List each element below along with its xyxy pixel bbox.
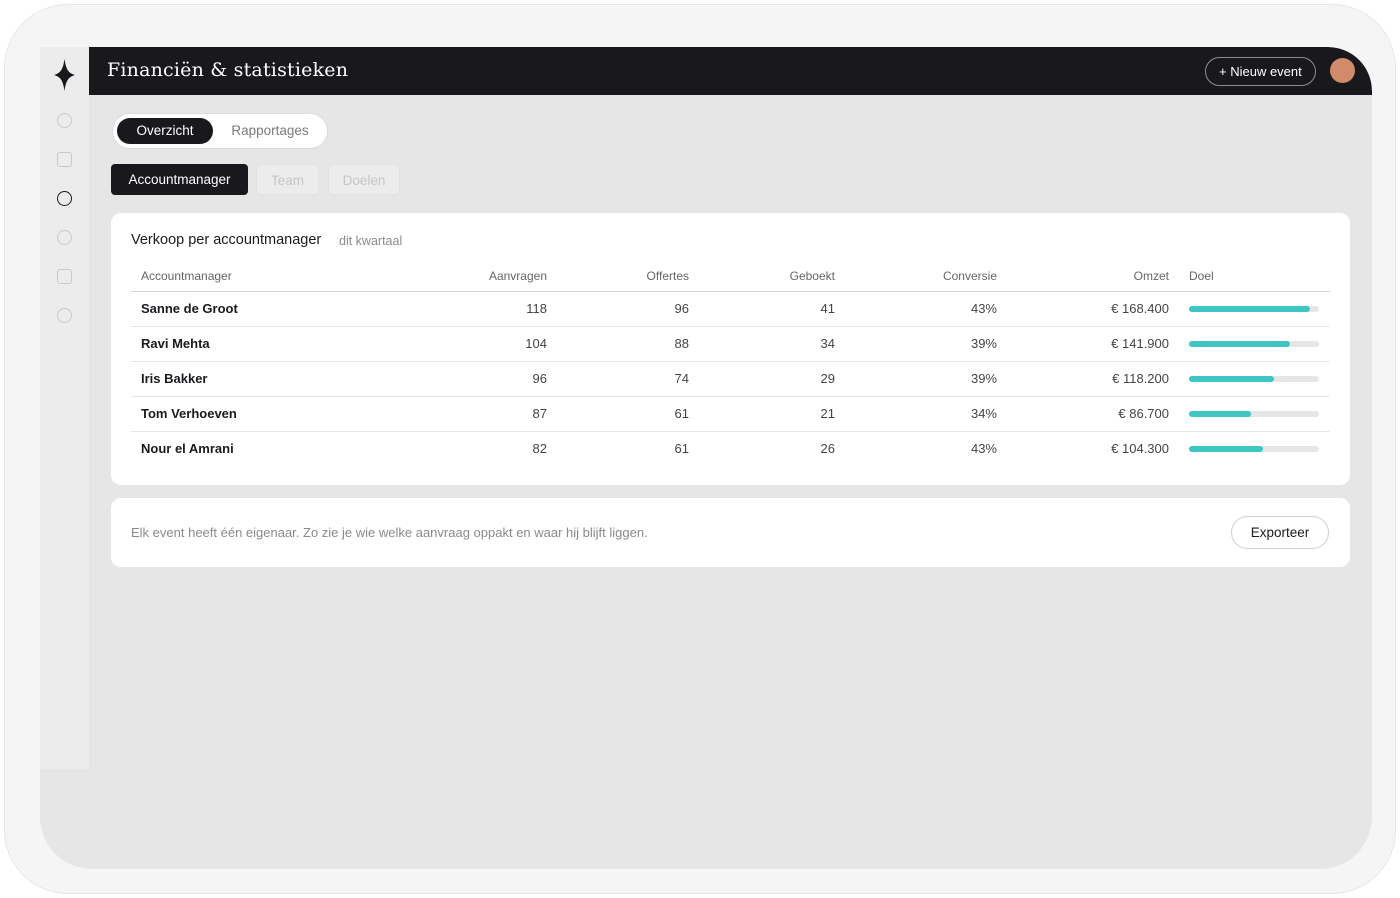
row-name: Sanne de Groot — [141, 301, 238, 316]
row-omzet: € 141.900 — [1111, 336, 1169, 351]
view-toggle: Overzicht Rapportages — [112, 113, 328, 149]
nav-square-icon-2[interactable] — [57, 269, 72, 284]
row-omzet: € 168.400 — [1111, 301, 1169, 316]
row-geboekt: 34 — [820, 336, 835, 351]
row-geboekt: 41 — [820, 301, 835, 316]
tab-accountmanager[interactable]: Accountmanager — [111, 164, 248, 195]
main-content: Overzicht Rapportages Accountmanager Tea… — [89, 95, 1372, 869]
table-row[interactable]: Tom Verhoeven 87 61 21 34% € 86.700 — [131, 397, 1330, 432]
row-name: Iris Bakker — [141, 371, 208, 386]
row-omzet: € 86.700 — [1118, 406, 1169, 421]
row-aanvragen: 118 — [526, 301, 547, 316]
row-aanvragen: 82 — [532, 441, 547, 456]
goal-progress-fill — [1189, 446, 1264, 452]
row-offertes: 74 — [674, 371, 689, 386]
col-omzet[interactable]: Omzet — [1069, 269, 1169, 283]
row-omzet: € 104.300 — [1111, 441, 1169, 456]
nav-circle-icon-2[interactable] — [57, 230, 72, 245]
goal-progress-bar — [1189, 411, 1319, 417]
page-title: Financiën & statistieken — [107, 59, 349, 81]
row-aanvragen: 87 — [532, 406, 547, 421]
row-offertes: 61 — [674, 441, 689, 456]
col-offertes[interactable]: Offertes — [589, 269, 689, 283]
table-row[interactable]: Nour el Amrani 82 61 26 43% € 104.300 — [131, 432, 1330, 467]
new-event-button[interactable]: + Nieuw event — [1205, 57, 1316, 86]
row-name: Ravi Mehta — [141, 336, 210, 351]
card-subtitle: dit kwartaal — [339, 234, 403, 248]
col-doel[interactable]: Doel — [1189, 269, 1214, 283]
row-conversie: 34% — [970, 406, 997, 421]
col-conversie[interactable]: Conversie — [897, 269, 997, 283]
row-name: Tom Verhoeven — [141, 406, 237, 421]
nav-square-icon-1[interactable] — [57, 152, 72, 167]
star-logo-icon[interactable] — [54, 59, 75, 91]
goal-progress-bar — [1189, 376, 1319, 382]
tab-doelen[interactable]: Doelen — [328, 164, 400, 195]
card-title: Verkoop per accountmanager — [131, 232, 322, 248]
tab-team[interactable]: Team — [256, 164, 319, 195]
nav-circle-icon-active[interactable] — [57, 191, 72, 206]
table-row[interactable]: Ravi Mehta 104 88 34 39% € 141.900 — [131, 327, 1330, 362]
topbar: Financiën & statistieken + Nieuw event — [89, 47, 1372, 95]
row-conversie: 43% — [970, 441, 997, 456]
device-frame: Financiën & statistieken + Nieuw event O… — [4, 4, 1396, 894]
info-text: Elk event heeft één eigenaar. Zo zie je … — [131, 525, 648, 540]
row-geboekt: 29 — [820, 371, 835, 386]
sidebar — [40, 47, 89, 769]
col-geboekt[interactable]: Geboekt — [735, 269, 835, 283]
col-accountmanager[interactable]: Accountmanager — [141, 269, 232, 283]
goal-progress-fill — [1189, 376, 1274, 382]
row-conversie: 39% — [970, 371, 997, 386]
goal-progress-bar — [1189, 446, 1319, 452]
toggle-overzicht[interactable]: Overzicht — [117, 118, 213, 144]
row-geboekt: 21 — [820, 406, 835, 421]
goal-progress-bar — [1189, 306, 1319, 312]
row-conversie: 43% — [970, 301, 997, 316]
app-screen: Financiën & statistieken + Nieuw event O… — [40, 47, 1372, 869]
row-aanvragen: 104 — [525, 336, 547, 351]
goal-progress-fill — [1189, 341, 1291, 347]
goal-progress-fill — [1189, 411, 1252, 417]
row-offertes: 61 — [674, 406, 689, 421]
nav-circle-icon-3[interactable] — [57, 308, 72, 323]
row-name: Nour el Amrani — [141, 441, 234, 456]
info-card: Elk event heeft één eigenaar. Zo zie je … — [111, 498, 1350, 567]
row-omzet: € 118.200 — [1112, 371, 1169, 386]
row-offertes: 88 — [674, 336, 689, 351]
col-aanvragen[interactable]: Aanvragen — [447, 269, 547, 283]
row-aanvragen: 96 — [532, 371, 547, 386]
row-geboekt: 26 — [820, 441, 835, 456]
table-row[interactable]: Iris Bakker 96 74 29 39% € 118.200 — [131, 362, 1330, 397]
export-button[interactable]: Exporteer — [1231, 516, 1329, 549]
goal-progress-bar — [1189, 341, 1319, 347]
goal-progress-fill — [1189, 306, 1310, 312]
row-offertes: 96 — [674, 301, 689, 316]
toggle-rapportages[interactable]: Rapportages — [217, 118, 323, 144]
row-conversie: 39% — [970, 336, 997, 351]
table-row[interactable]: Sanne de Groot 118 96 41 43% € 168.400 — [131, 292, 1330, 327]
sales-card: Verkoop per accountmanager dit kwartaal … — [111, 213, 1350, 485]
avatar[interactable] — [1330, 58, 1355, 83]
nav-circle-icon-1[interactable] — [57, 113, 72, 128]
